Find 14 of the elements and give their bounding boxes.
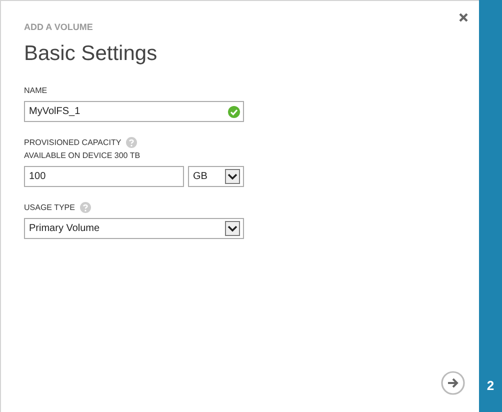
field-label: USAGE TYPE <box>24 203 75 212</box>
dialog-title: Basic Settings <box>24 42 158 66</box>
step-number: 2 <box>486 378 494 393</box>
dropdown[interactable]: GB <box>188 166 244 187</box>
input-field[interactable]: 100 <box>24 166 184 187</box>
input-field[interactable]: MyVolFS_1 <box>24 101 244 122</box>
caret-icon <box>225 169 240 184</box>
field-label: PROVISIONED CAPACITY <box>24 138 122 147</box>
field-note: AVAILABLE ON DEVICE 300 TB <box>24 151 142 162</box>
dialog-subtitle: ADD A VOLUME <box>24 22 94 32</box>
caret-icon <box>225 221 240 236</box>
close-icon[interactable] <box>459 13 468 22</box>
field-label: NAME <box>24 86 48 95</box>
dropdown[interactable]: Primary Volume <box>24 218 244 239</box>
